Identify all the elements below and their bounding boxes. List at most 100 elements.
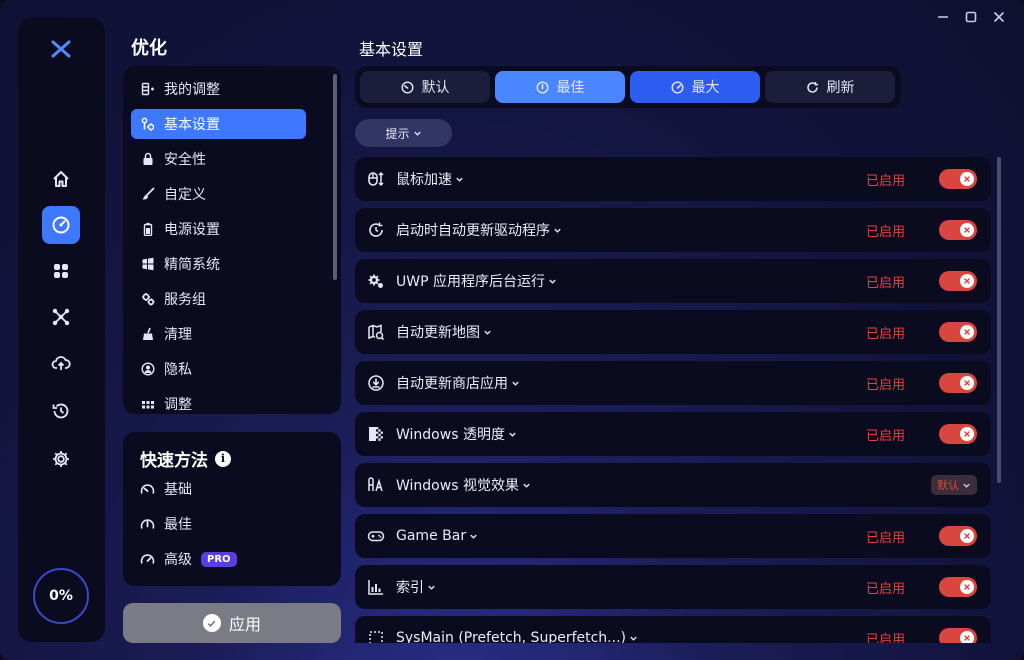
chevron-down-icon[interactable]	[455, 175, 464, 184]
setting-label-group: 启动时自动更新驱动程序	[396, 220, 562, 240]
setting-status: 已启用	[865, 377, 905, 393]
setting-toggle[interactable]	[939, 373, 977, 393]
setting-row-sysmain[interactable]: SysMain (Prefetch, Superfetch...) 已启用	[355, 616, 991, 643]
toggle-x-icon	[960, 580, 974, 594]
setting-label: 自动更新商店应用	[396, 376, 508, 392]
setting-toggle[interactable]	[939, 322, 977, 342]
index-chart-icon	[367, 578, 385, 596]
preset-max-button[interactable]: 最大	[630, 71, 760, 103]
toggle-x-icon	[960, 631, 974, 643]
content-title: 基本设置	[359, 40, 424, 59]
rail-network-button[interactable]	[42, 298, 80, 336]
setting-toggle[interactable]	[939, 271, 977, 291]
chevron-down-icon[interactable]	[629, 634, 638, 643]
toggle-x-icon	[960, 427, 974, 441]
close-icon	[993, 11, 1005, 23]
lock-icon	[143, 152, 153, 165]
nav-item-basic-settings[interactable]: 基本设置	[131, 109, 306, 139]
setting-row-map-update[interactable]: 自动更新地图 已启用	[355, 310, 991, 354]
quick-item-advanced[interactable]: 高级 PRO	[140, 549, 237, 569]
nav-item-customize[interactable]: 自定义	[131, 179, 306, 209]
setting-toggle[interactable]	[939, 424, 977, 444]
info-icon[interactable]: i	[215, 450, 231, 467]
setting-label-group: 自动更新商店应用	[396, 373, 520, 393]
my-tweaks-icon	[141, 82, 154, 96]
quick-item-best[interactable]: 最佳	[140, 514, 192, 534]
setting-toggle[interactable]	[939, 169, 977, 189]
apply-label: 应用	[228, 615, 261, 634]
chevron-down-icon[interactable]	[511, 379, 520, 388]
setting-toggle[interactable]	[939, 220, 977, 240]
gauge-high-icon	[140, 553, 155, 564]
rail-home-button[interactable]	[42, 160, 80, 198]
chevron-down-icon[interactable]	[483, 328, 492, 337]
history-icon	[52, 403, 69, 419]
close-button[interactable]	[990, 8, 1008, 26]
nav-item-label: 基本设置	[164, 117, 220, 133]
preset-default-button[interactable]: 默认	[360, 71, 490, 103]
rail-apps-button[interactable]	[42, 252, 80, 290]
quick-item-label: 高级	[164, 552, 192, 568]
preset-refresh-button[interactable]: 刷新	[765, 71, 895, 103]
nav-item-tweaks[interactable]: 调整	[131, 389, 306, 414]
broom-icon	[143, 327, 153, 340]
nav-item-security[interactable]: 安全性	[131, 144, 306, 174]
setting-row-uwp-background[interactable]: UWP 应用程序后台运行 已启用	[355, 259, 991, 303]
puzzle-gear-icon	[367, 272, 385, 290]
maximize-button[interactable]	[962, 8, 980, 26]
nav-item-label: 调整	[164, 397, 192, 413]
nav-item-label: 安全性	[164, 152, 206, 168]
rail-history-button[interactable]	[42, 392, 80, 430]
hint-dropdown[interactable]: 提示	[355, 119, 452, 147]
nav-item-services[interactable]: 服务组	[131, 284, 306, 314]
nav-item-privacy[interactable]: 隐私	[131, 354, 306, 384]
setting-row-indexing[interactable]: 索引 已启用	[355, 565, 991, 609]
chevron-down-icon[interactable]	[522, 481, 531, 490]
setting-toggle[interactable]	[939, 628, 977, 643]
nav-item-label: 清理	[164, 327, 192, 343]
minimize-button[interactable]	[934, 8, 952, 26]
download-icon	[367, 374, 385, 392]
gears-icon	[142, 293, 155, 306]
refresh-clock-icon	[367, 221, 385, 239]
setting-label: 索引	[396, 580, 424, 596]
rail-cloud-upload-button[interactable]	[42, 344, 80, 382]
menu-scrollbar[interactable]	[333, 74, 337, 280]
chevron-down-icon[interactable]	[469, 532, 478, 541]
setting-row-mouse-acceleration[interactable]: 鼠标加速 已启用	[355, 157, 991, 201]
setting-row-visual-effects[interactable]: Windows 视觉效果 默认	[355, 463, 991, 507]
app-window: 0% 优化 我的调整 基本设置 安全性 自定义 电源设置 精简系统 服务组 清理…	[0, 0, 1024, 660]
nav-item-label: 我的调整	[164, 82, 220, 98]
setting-default-dropdown[interactable]: 默认	[931, 475, 977, 495]
chevron-down-icon[interactable]	[553, 226, 562, 235]
preset-best-button[interactable]: 最佳	[495, 71, 625, 103]
battery-icon	[143, 222, 153, 236]
chevron-down-icon[interactable]	[548, 277, 557, 286]
setting-row-driver-update[interactable]: 启动时自动更新驱动程序 已启用	[355, 208, 991, 252]
settings-scrollbar[interactable]	[997, 157, 1001, 483]
setting-label: Game Bar	[396, 528, 467, 544]
nav-item-debloat[interactable]: 精简系统	[131, 249, 306, 279]
setting-toggle[interactable]	[939, 577, 977, 597]
nav-item-label: 精简系统	[164, 257, 220, 273]
pro-badge: PRO	[201, 551, 237, 567]
setting-row-game-bar[interactable]: Game Bar 已启用	[355, 514, 991, 558]
setting-row-windows-transparency[interactable]: Windows 透明度 已启用	[355, 412, 991, 456]
nav-item-power[interactable]: 电源设置	[131, 214, 306, 244]
setting-row-store-update[interactable]: 自动更新商店应用 已启用	[355, 361, 991, 405]
settings-list: 鼠标加速 已启用 启动时自动更新驱动程序 已启用 UWP 应用程序后台运行 已启…	[355, 157, 993, 643]
apply-button[interactable]: 应用	[123, 603, 341, 643]
nav-item-cleanup[interactable]: 清理	[131, 319, 306, 349]
chevron-down-icon[interactable]	[427, 583, 436, 592]
preset-label: 默认	[421, 80, 450, 96]
setting-toggle[interactable]	[939, 526, 977, 546]
network-icon	[52, 308, 70, 326]
setting-label: Windows 视觉效果	[396, 478, 519, 494]
nav-item-my-tweaks[interactable]: 我的调整	[131, 74, 306, 104]
rail-optimize-button[interactable]	[42, 206, 80, 244]
quick-item-basic[interactable]: 基础	[140, 479, 192, 499]
chevron-down-icon[interactable]	[508, 430, 517, 439]
windows-icon	[142, 257, 154, 271]
rail-settings-button[interactable]	[42, 440, 80, 478]
setting-label: UWP 应用程序后台运行	[396, 274, 545, 290]
